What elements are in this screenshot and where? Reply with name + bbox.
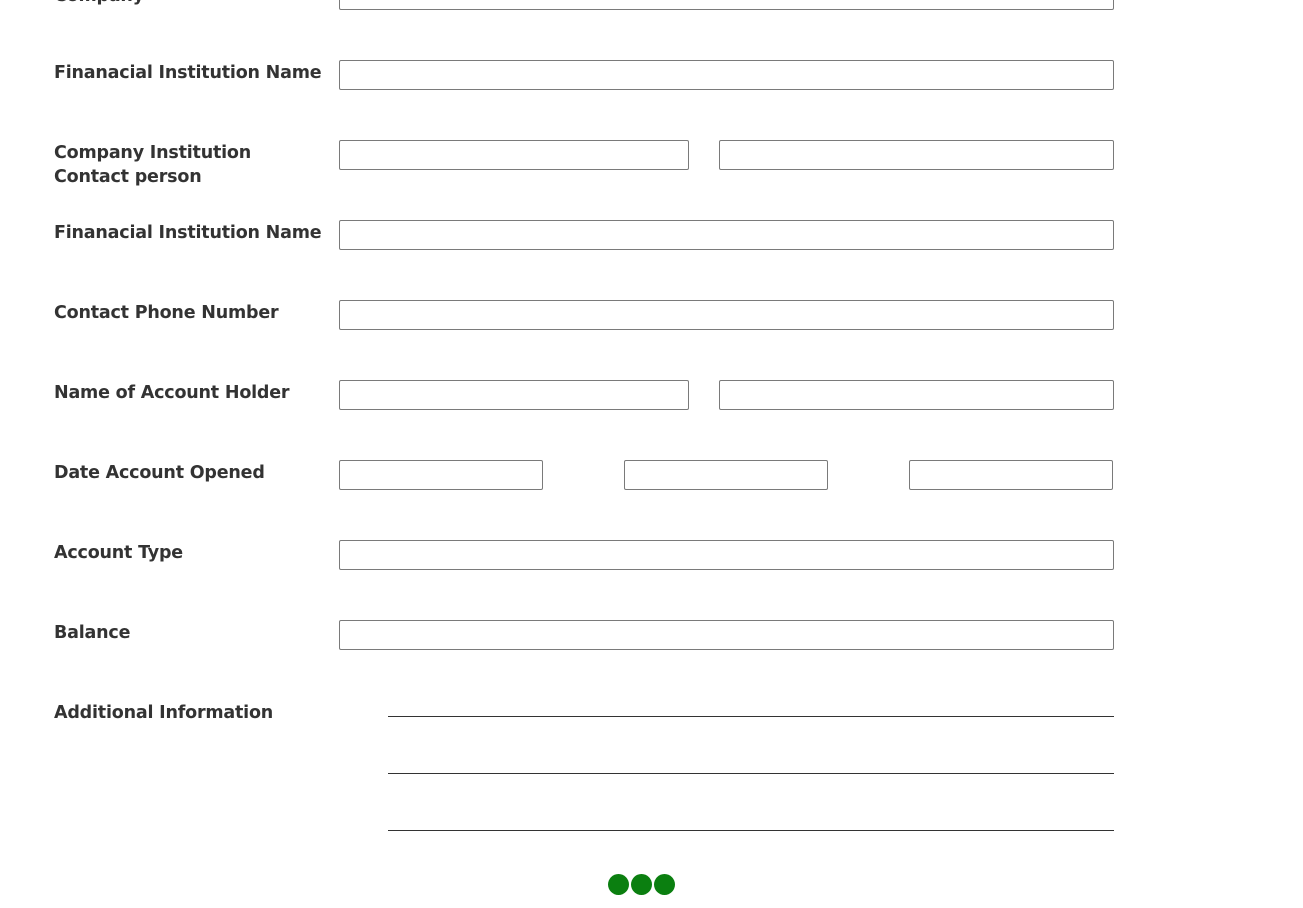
financial-institution-name-2-input[interactable] [339,220,1114,250]
label-company-partial: Company [54,0,144,8]
additional-info-line-2[interactable] [388,773,1114,774]
contact-person-first-input[interactable] [339,140,689,170]
account-form-page: Company Finanacial Institution Name Comp… [0,0,1303,908]
label-balance: Balance [54,623,131,643]
label-company-contact-person: Company Institution Contact person [54,143,252,187]
account-holder-first-input[interactable] [339,380,689,410]
date-day-input[interactable] [624,460,828,490]
financial-institution-name-input[interactable] [339,60,1114,90]
page-indicator-dots [608,874,675,896]
contact-person-last-input[interactable] [719,140,1114,170]
account-holder-last-input[interactable] [719,380,1114,410]
label-date-account-opened: Date Account Opened [54,463,265,483]
additional-info-line-3[interactable] [388,830,1114,831]
top-field-input[interactable] [339,0,1114,10]
date-year-input[interactable] [909,460,1113,490]
dot-icon [654,874,675,895]
label-contact-phone-number: Contact Phone Number [54,303,279,323]
label-financial-institution-name: Finanacial Institution Name [54,63,322,83]
label-name-of-account-holder: Name of Account Holder [54,383,290,403]
balance-input[interactable] [339,620,1114,650]
label-additional-information: Additional Information [54,703,274,723]
label-account-type: Account Type [54,543,183,563]
account-type-input[interactable] [339,540,1114,570]
dot-icon [608,874,629,895]
contact-phone-number-input[interactable] [339,300,1114,330]
additional-info-line-1[interactable] [388,716,1114,717]
label-financial-institution-name-2: Finanacial Institution Name [54,223,322,243]
dot-icon [631,874,652,895]
date-month-input[interactable] [339,460,543,490]
